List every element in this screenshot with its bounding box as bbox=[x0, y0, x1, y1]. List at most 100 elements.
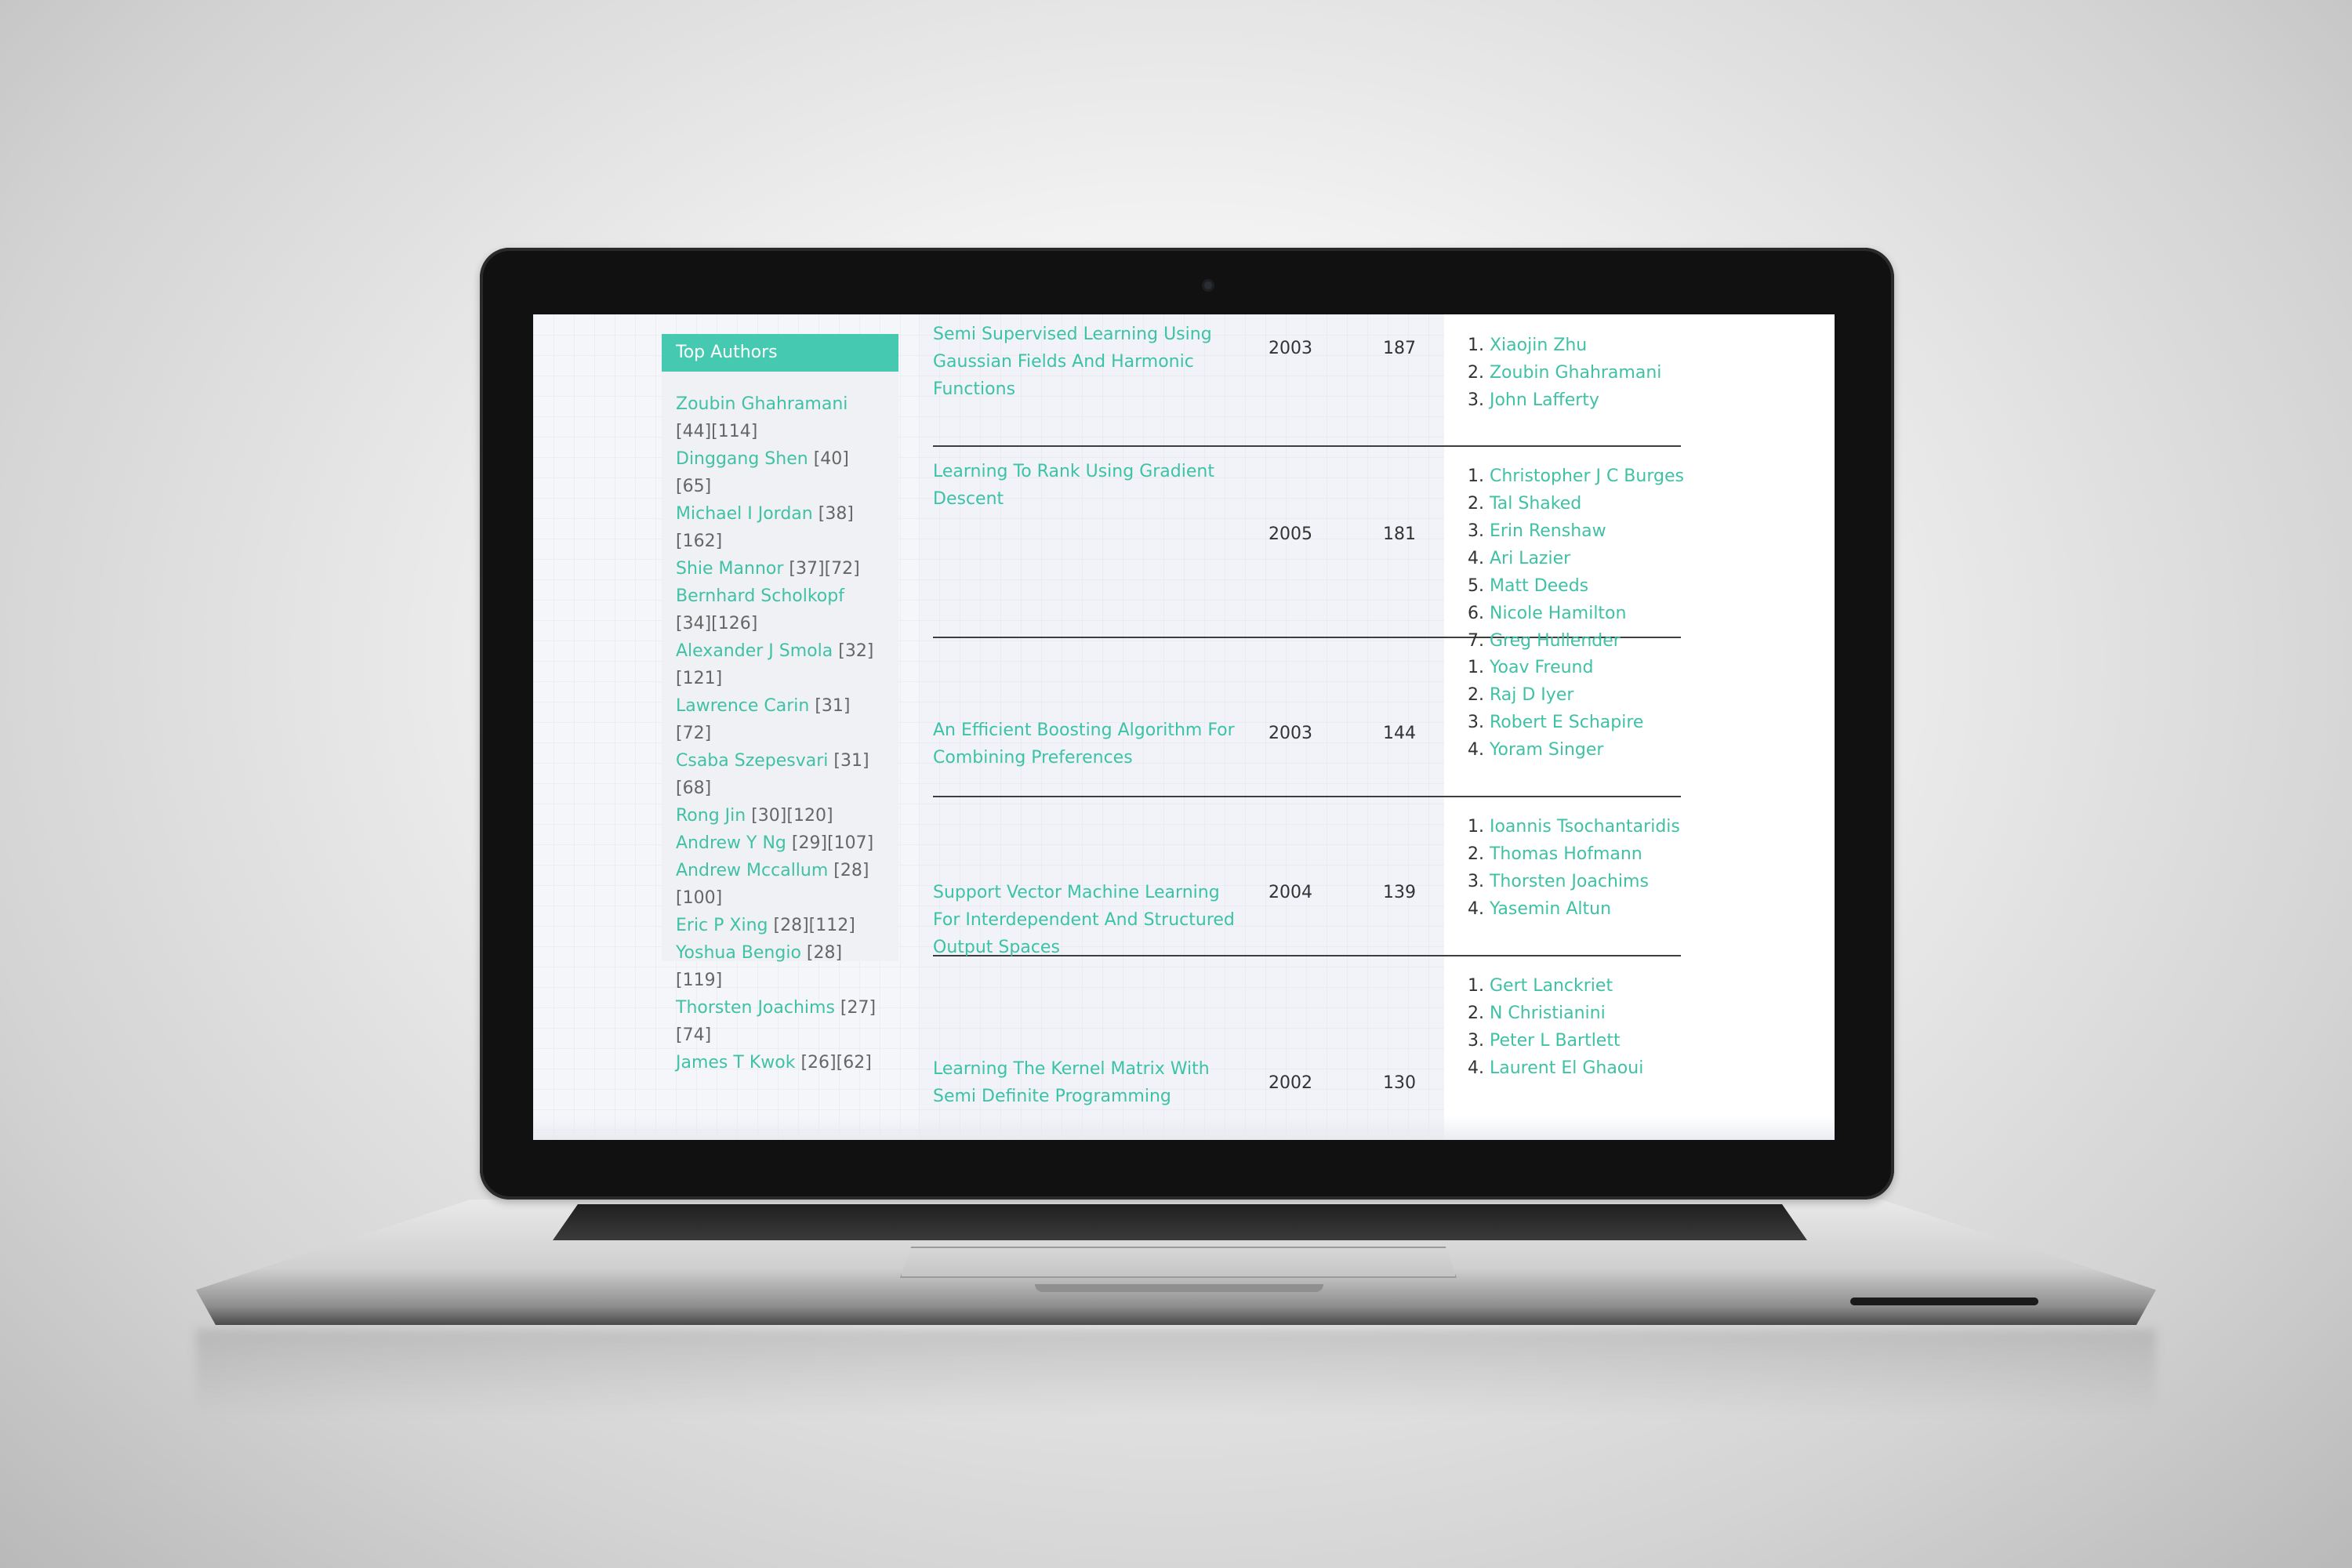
paper-author-link[interactable]: Raj D Iyer bbox=[1490, 685, 1573, 705]
paper-year: 2005 bbox=[1269, 524, 1312, 544]
paper-title-link[interactable]: Semi Supervised Learning Using Gaussian … bbox=[933, 321, 1247, 403]
top-author-item: Michael I Jordan [38][162] bbox=[676, 500, 884, 555]
top-author-link[interactable]: Rong Jin bbox=[676, 806, 746, 826]
paper-author-item: 2. Zoubin Ghahramani bbox=[1468, 359, 1661, 387]
paper-citation-count: 181 bbox=[1383, 524, 1416, 544]
top-author-item: Andrew Y Ng [29][107] bbox=[676, 829, 884, 857]
paper-title-link[interactable]: Learning To Rank Using Gradient Descent bbox=[933, 458, 1247, 513]
laptop-screen: Top Authors Zoubin Ghahramani [44][114] D… bbox=[533, 314, 1835, 1140]
author-rank-number: 2. bbox=[1468, 1004, 1490, 1023]
author-rank-number: 1. bbox=[1468, 976, 1490, 996]
paper-author-link[interactable]: Ari Lazier bbox=[1490, 549, 1570, 568]
top-author-item: Rong Jin [30][120] bbox=[676, 802, 884, 829]
paper-author-link[interactable]: Christopher J C Burges bbox=[1490, 466, 1684, 486]
top-author-item: Csaba Szepesvari [31][68] bbox=[676, 747, 884, 802]
paper-author-item: 3. Erin Renshaw bbox=[1468, 517, 1684, 545]
laptop-trackpad bbox=[900, 1247, 1457, 1278]
screen-bottom-edge bbox=[533, 1116, 1835, 1140]
author-rank-number: 2. bbox=[1468, 363, 1490, 383]
top-author-link[interactable]: Shie Mannor bbox=[676, 559, 783, 579]
top-author-item: Bernhard Scholkopf [34][126] bbox=[676, 583, 884, 637]
paper-title-link[interactable]: An Efficient Boosting Algorithm For Comb… bbox=[933, 717, 1247, 771]
paper-author-item: 1. Xiaojin Zhu bbox=[1468, 332, 1661, 359]
top-author-link[interactable]: Thorsten Joachims bbox=[676, 998, 835, 1018]
author-rank-number: 6. bbox=[1468, 604, 1490, 623]
top-author-item: Shie Mannor [37][72] bbox=[676, 555, 884, 583]
paper-author-link[interactable]: Peter L Bartlett bbox=[1490, 1031, 1621, 1051]
paper-title-link[interactable]: Learning The Kernel Matrix With Semi Def… bbox=[933, 1055, 1247, 1110]
author-rank-number: 4. bbox=[1468, 1058, 1490, 1078]
top-author-link[interactable]: Zoubin Ghahramani bbox=[676, 394, 848, 414]
top-author-link[interactable]: Andrew Mccallum bbox=[676, 861, 828, 880]
paper-author-item: 4. Ari Lazier bbox=[1468, 545, 1684, 572]
top-author-link[interactable]: Michael I Jordan bbox=[676, 504, 813, 524]
paper-author-item: 1. Christopher J C Burges bbox=[1468, 463, 1684, 490]
author-rank-number: 4. bbox=[1468, 740, 1490, 760]
paper-author-link[interactable]: Yoav Freund bbox=[1490, 658, 1593, 677]
paper-author-item: 3. Thorsten Joachims bbox=[1468, 868, 1680, 895]
paper-author-link[interactable]: Laurent El Ghaoui bbox=[1490, 1058, 1643, 1078]
paper-author-link[interactable]: Tal Shaked bbox=[1490, 494, 1581, 514]
author-rank-number: 3. bbox=[1468, 713, 1490, 732]
paper-author-link[interactable]: Erin Renshaw bbox=[1490, 521, 1606, 541]
paper-author-link[interactable]: N Christianini bbox=[1490, 1004, 1606, 1023]
top-authors-panel: Top Authors Zoubin Ghahramani [44][114] D… bbox=[662, 334, 898, 1073]
paper-author-link[interactable]: Gert Lanckriet bbox=[1490, 976, 1613, 996]
paper-year: 2004 bbox=[1269, 883, 1312, 902]
top-author-link[interactable]: Dinggang Shen bbox=[676, 449, 808, 469]
paper-author-item: 1. Ioannis Tsochantaridis bbox=[1468, 813, 1680, 840]
paper-author-link[interactable]: Yasemin Altun bbox=[1490, 899, 1611, 919]
top-author-item: Yoshua Bengio [28][119] bbox=[676, 939, 884, 994]
paper-title-link[interactable]: Support Vector Machine Learning For Inte… bbox=[933, 879, 1247, 961]
top-author-link[interactable]: Eric P Xing bbox=[676, 916, 768, 935]
paper-author-link[interactable]: Robert E Schapire bbox=[1490, 713, 1643, 732]
top-author-link[interactable]: Bernhard Scholkopf bbox=[676, 586, 844, 606]
desk-reflection bbox=[196, 1329, 2156, 1415]
top-author-stats: [28][112] bbox=[773, 916, 855, 935]
top-author-link[interactable]: Yoshua Bengio bbox=[676, 943, 801, 963]
top-author-item: Eric P Xing [28][112] bbox=[676, 912, 884, 939]
paper-citation-count: 139 bbox=[1383, 883, 1416, 902]
paper-author-list: 1. Xiaojin Zhu 2. Zoubin Ghahramani 3. Joh… bbox=[1468, 332, 1661, 414]
paper-author-link[interactable]: Xiaojin Zhu bbox=[1490, 336, 1587, 355]
paper-author-item: 2. N Christianini bbox=[1468, 1000, 1643, 1027]
top-authors-list: Zoubin Ghahramani [44][114] Dinggang Shen… bbox=[662, 372, 898, 1076]
top-author-stats: [30][120] bbox=[751, 806, 833, 826]
paper-year: 2002 bbox=[1269, 1073, 1312, 1093]
laptop-keyboard bbox=[553, 1204, 1807, 1240]
paper-author-item: 2. Raj D Iyer bbox=[1468, 681, 1643, 709]
top-author-item: James T Kwok [26][62] bbox=[676, 1049, 884, 1076]
top-author-link[interactable]: Alexander J Smola bbox=[676, 641, 833, 661]
top-author-item: Zoubin Ghahramani [44][114] bbox=[676, 390, 884, 445]
top-authors-heading: Top Authors bbox=[662, 334, 898, 372]
author-rank-number: 2. bbox=[1468, 844, 1490, 864]
top-author-link[interactable]: Csaba Szepesvari bbox=[676, 751, 828, 771]
paper-author-item: 4. Yasemin Altun bbox=[1468, 895, 1680, 923]
paper-author-item: 4. Laurent El Ghaoui bbox=[1468, 1054, 1643, 1082]
table-row: Learning To Rank Using Gradient Descent 2… bbox=[933, 445, 1684, 651]
top-author-item: Thorsten Joachims [27][74] bbox=[676, 994, 884, 1049]
paper-author-link[interactable]: Matt Deeds bbox=[1490, 576, 1588, 596]
paper-author-link[interactable]: Nicole Hamilton bbox=[1490, 604, 1626, 623]
paper-citation-count: 130 bbox=[1383, 1073, 1416, 1093]
paper-author-link[interactable]: John Lafferty bbox=[1490, 390, 1599, 410]
top-author-link[interactable]: Lawrence Carin bbox=[676, 696, 809, 716]
paper-author-item: 4. Yoram Singer bbox=[1468, 736, 1643, 764]
paper-citation-count: 187 bbox=[1383, 339, 1416, 358]
paper-author-link[interactable]: Ioannis Tsochantaridis bbox=[1490, 817, 1680, 837]
paper-citation-count: 144 bbox=[1383, 724, 1416, 743]
paper-author-list: 1. Gert Lanckriet 2. N Christianini 3. Pet… bbox=[1468, 972, 1643, 1082]
paper-author-link[interactable]: Thomas Hofmann bbox=[1490, 844, 1642, 864]
author-rank-number: 3. bbox=[1468, 521, 1490, 541]
top-author-link[interactable]: Andrew Y Ng bbox=[676, 833, 786, 853]
top-author-item: Dinggang Shen [40][65] bbox=[676, 445, 884, 500]
top-author-link[interactable]: James T Kwok bbox=[676, 1053, 795, 1073]
paper-author-item: 1. Yoav Freund bbox=[1468, 654, 1643, 681]
paper-author-item: 3. Peter L Bartlett bbox=[1468, 1027, 1643, 1054]
paper-author-item: 6. Nicole Hamilton bbox=[1468, 600, 1684, 627]
paper-author-link[interactable]: Thorsten Joachims bbox=[1490, 872, 1649, 891]
paper-author-item: 2. Thomas Hofmann bbox=[1468, 840, 1680, 868]
author-rank-number: 3. bbox=[1468, 872, 1490, 891]
paper-author-link[interactable]: Zoubin Ghahramani bbox=[1490, 363, 1661, 383]
paper-author-link[interactable]: Yoram Singer bbox=[1490, 740, 1604, 760]
